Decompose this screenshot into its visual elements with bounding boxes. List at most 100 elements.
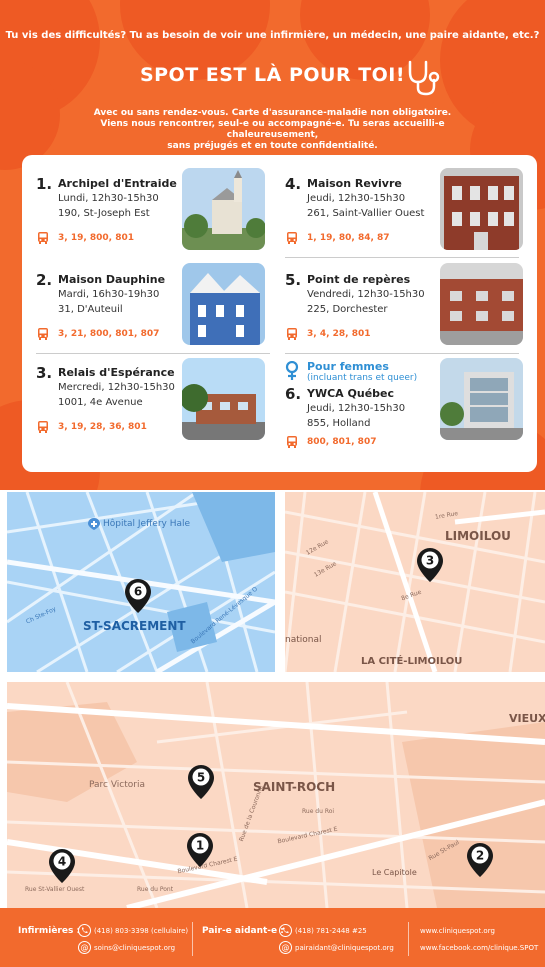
location-schedule: Jeudi, 12h30-15h30: [307, 193, 406, 204]
location-item: 2. Maison Dauphine Mardi, 16h30-19h30 31…: [36, 271, 186, 353]
location-name: YWCA Québec: [307, 387, 395, 400]
pin-number: 2: [476, 849, 484, 863]
nurses-label: Infirmières :: [18, 926, 81, 936]
map-label-national: national: [285, 635, 322, 645]
footer-divider: [408, 922, 409, 956]
map-pin-icon: 6: [125, 579, 151, 613]
map-pin-icon: 4: [49, 849, 75, 883]
email-icon: @: [279, 941, 292, 954]
map-st-sacrement: Hôpital Jeffery Hale Ch Ste-Foy Boulevar…: [7, 492, 275, 672]
map-label-st-sacrement: ST-SACREMENT: [83, 619, 186, 633]
location-name: Maison Revivre: [307, 177, 402, 190]
intro-line: sans préjugés et en toute confidentialit…: [167, 141, 378, 151]
bus-icon: [287, 232, 297, 244]
location-schedule: Jeudi, 12h30-15h30: [307, 403, 406, 414]
divider: [285, 353, 519, 354]
bus-routes: 3, 4, 28, 801: [307, 329, 371, 339]
svg-text:@: @: [81, 943, 89, 952]
location-item: 4. Maison Revivre Jeudi, 12h30-15h30 261…: [285, 175, 445, 257]
bus-routes: 3, 19, 800, 801: [58, 233, 135, 243]
contact-footer: Infirmières : (418) 803-3398 (cellulaire…: [0, 908, 545, 967]
location-number: 4.: [285, 175, 302, 193]
location-number: 3.: [36, 364, 53, 382]
map-limoilou: LIMOILOU 12e Rue 13e Rue 8e Rue 1re Rue …: [285, 492, 545, 672]
location-number: 5.: [285, 271, 302, 289]
slogan-title: SPOT EST LÀ POUR TOI!: [139, 64, 406, 86]
map-label-parc-victoria: Parc Victoria: [89, 780, 146, 790]
bus-routes: 3, 21, 800, 801, 807: [58, 329, 160, 339]
bus-routes: 3, 19, 28, 36, 801: [58, 422, 147, 432]
locations-card: 1. Archipel d'Entraide Lundi, 12h30-15h3…: [22, 155, 537, 472]
map-pin-icon: 2: [467, 843, 493, 877]
location-name: Point de repères: [307, 273, 411, 286]
facebook-link[interactable]: www.facebook.com/clinique.SPOT: [420, 944, 538, 952]
photo-revivre: [440, 168, 523, 250]
location-address: 1001, 4e Avenue: [58, 397, 143, 408]
location-name: Archipel d'Entraide: [58, 177, 177, 190]
location-item: 3. Relais d'Espérance Mercredi, 12h30-15…: [36, 364, 186, 446]
pin-number: 6: [134, 585, 142, 599]
women-only-subtitle: (incluant trans et queer): [307, 373, 418, 383]
peer-helper-email-link[interactable]: pairaidant@cliniquespot.org: [295, 944, 394, 952]
map-label-limoilou: LIMOILOU: [445, 529, 511, 543]
female-symbol-icon: [285, 361, 299, 380]
phone-icon: [78, 924, 91, 937]
map-pin-icon: 5: [188, 765, 214, 799]
map-label-le-capitole: Le Capitole: [372, 868, 417, 877]
map-pin-icon: 1: [187, 833, 213, 867]
peer-helper-phone-link[interactable]: (418) 781-2448 #25: [295, 927, 367, 935]
pin-number: 5: [197, 771, 205, 785]
website-link[interactable]: www.cliniquespot.org: [420, 927, 495, 935]
intro-question: Tu vis des difficultés? Tu as besoin de …: [5, 30, 540, 41]
intro-line: Viens nous rencontrer, seul-e ou accompa…: [100, 119, 445, 140]
photo-archipel: [182, 168, 265, 250]
stethoscope-icon: [408, 60, 440, 96]
bus-routes: 800, 801, 807: [307, 437, 377, 447]
bus-icon: [38, 232, 48, 244]
bus-routes: 1, 19, 80, 84, 87: [307, 233, 390, 243]
map-pin-icon: 3: [417, 548, 443, 582]
nurses-phone-link[interactable]: (418) 803-3398 (cellulaire): [94, 927, 188, 935]
phone-icon: [279, 924, 292, 937]
women-only-label: Pour femmes: [307, 360, 389, 373]
location-schedule: Mardi, 16h30-19h30: [58, 289, 160, 300]
map-street-label: Rue St-Vallier Ouest: [25, 886, 85, 893]
map-label-vieux: VIEUX: [509, 712, 545, 725]
intro-line: Avec ou sans rendez-vous. Carte d'assura…: [93, 108, 452, 118]
header-banner: Tu vis des difficultés? Tu as besoin de …: [0, 0, 545, 490]
map-street-label: Rue du Pont: [137, 886, 174, 893]
hospital-icon: [88, 518, 100, 530]
location-name: Relais d'Espérance: [58, 366, 175, 379]
location-number: 2.: [36, 271, 53, 289]
location-item: 5. Point de repères Vendredi, 12h30-15h3…: [285, 271, 445, 353]
divider: [36, 353, 270, 354]
photo-dauphine: [182, 263, 265, 345]
map-label-cite-limoilou: LA CITÉ-LIMOILOU: [361, 656, 463, 667]
bus-icon: [287, 436, 297, 448]
location-number: 1.: [36, 175, 53, 193]
pin-number: 3: [426, 554, 434, 568]
map-label-saint-roch: SAINT-ROCH: [253, 780, 336, 794]
location-schedule: Mercredi, 12h30-15h30: [58, 382, 175, 393]
pin-number: 1: [196, 839, 204, 853]
location-schedule: Vendredi, 12h30-15h30: [307, 289, 425, 300]
location-address: 190, St-Joseph Est: [58, 208, 150, 219]
location-name: Maison Dauphine: [58, 273, 166, 286]
nurses-email-link[interactable]: soins@cliniquespot.org: [94, 944, 175, 952]
svg-text:@: @: [282, 943, 290, 952]
location-address: 261, Saint-Vallier Ouest: [307, 208, 425, 219]
location-address: 31, D'Auteuil: [58, 304, 123, 315]
location-item: 1. Archipel d'Entraide Lundi, 12h30-15h3…: [36, 175, 186, 257]
location-schedule: Lundi, 12h30-15h30: [58, 193, 159, 204]
location-number: 6.: [285, 385, 302, 403]
bus-icon: [287, 328, 297, 340]
peer-helper-label: Pair-e aidant-e :: [202, 926, 284, 936]
location-address: 225, Dorchester: [307, 304, 388, 315]
divider: [285, 257, 519, 258]
bus-icon: [38, 421, 48, 433]
photo-relais: [182, 358, 265, 440]
email-icon: @: [78, 941, 91, 954]
street-grid: [7, 682, 545, 908]
bus-icon: [38, 328, 48, 340]
photo-point-de-reperes: [440, 263, 523, 345]
